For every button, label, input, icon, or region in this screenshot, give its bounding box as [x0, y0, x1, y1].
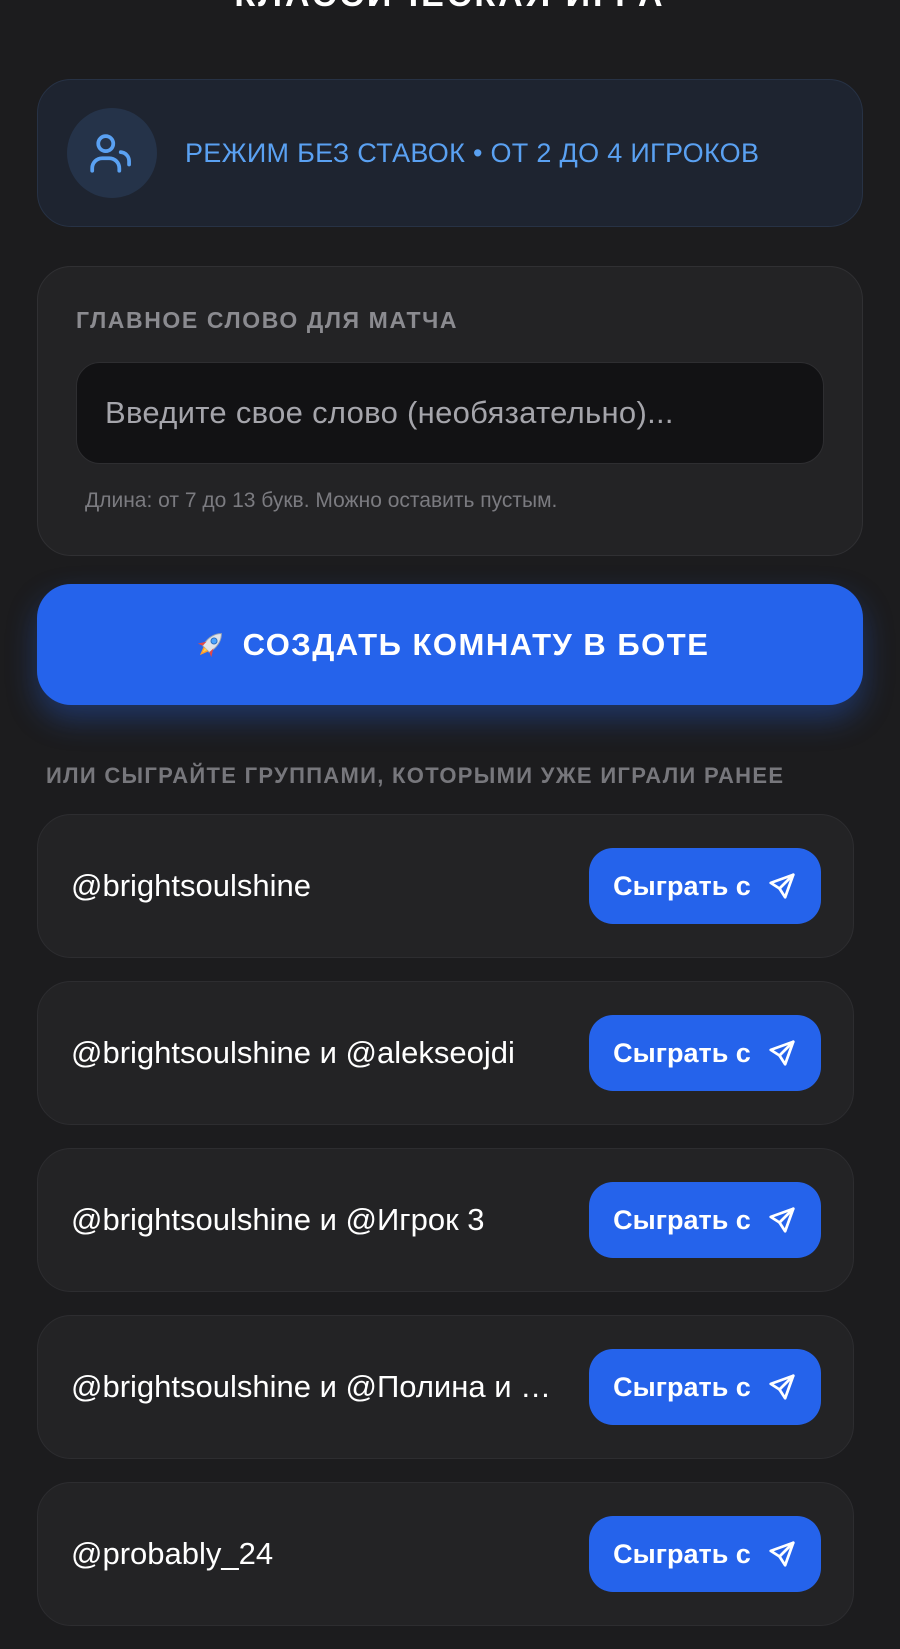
- group-row: @brightsoulshine и @alekseojdi Сыграть с: [37, 981, 854, 1125]
- play-with-group-button[interactable]: Сыграть с: [589, 1015, 821, 1091]
- create-room-label: СОЗДАТЬ КОМНАТУ В БОТЕ: [242, 626, 710, 662]
- play-button-label: Сыграть с: [613, 1204, 751, 1235]
- play-button-label: Сыграть с: [613, 1371, 751, 1402]
- play-with-group-button[interactable]: Сыграть с: [589, 1516, 821, 1592]
- previous-groups-list: @brightsoulshine Сыграть с @brightsoulsh…: [37, 814, 854, 1649]
- mode-info-card: РЕЖИМ БЕЗ СТАВОК • ОТ 2 ДО 4 ИГРОКОВ: [37, 79, 863, 227]
- group-name: @probably_24: [71, 1536, 274, 1571]
- play-with-group-button[interactable]: Сыграть с: [589, 1182, 821, 1258]
- users-icon: [67, 108, 157, 198]
- play-button-label: Сыграть с: [613, 1538, 751, 1569]
- page-title: КЛАССИЧЕСКАЯ ИГРА: [0, 0, 900, 15]
- group-name: @brightsoulshine и @alekseojdi: [71, 1035, 515, 1070]
- play-with-group-button[interactable]: Сыграть с: [589, 848, 821, 924]
- group-row: @brightsoulshine и @Полина и … Сыграть с: [37, 1315, 854, 1459]
- play-button-label: Сыграть с: [613, 870, 751, 901]
- send-icon: [767, 1205, 797, 1235]
- main-word-card: ГЛАВНОЕ СЛОВО ДЛЯ МАТЧА Длина: от 7 до 1…: [37, 266, 863, 556]
- create-room-button[interactable]: СОЗДАТЬ КОМНАТУ В БОТЕ: [37, 584, 863, 705]
- main-word-hint: Длина: от 7 до 13 букв. Можно оставить п…: [85, 489, 558, 512]
- send-icon: [767, 1038, 797, 1068]
- main-word-input[interactable]: [76, 362, 824, 464]
- play-with-group-button[interactable]: Сыграть с: [589, 1349, 821, 1425]
- group-row: @brightsoulshine и @Игрок 3 Сыграть с: [37, 1148, 854, 1292]
- previous-groups-label: ИЛИ СЫГРАЙТЕ ГРУППАМИ, КОТОРЫМИ УЖЕ ИГРА…: [46, 763, 785, 788]
- rocket-icon: [191, 626, 229, 664]
- send-icon: [767, 1539, 797, 1569]
- group-name: @brightsoulshine и @Игрок 3: [71, 1202, 485, 1237]
- mode-description: РЕЖИМ БЕЗ СТАВОК • ОТ 2 ДО 4 ИГРОКОВ: [185, 137, 760, 168]
- group-row: @probably_24 Сыграть с: [37, 1482, 854, 1626]
- send-icon: [767, 871, 797, 901]
- group-row: @brightsoulshine Сыграть с: [37, 814, 854, 958]
- group-name: @brightsoulshine: [71, 868, 311, 903]
- group-name: @brightsoulshine и @Полина и …: [71, 1369, 552, 1404]
- main-word-label: ГЛАВНОЕ СЛОВО ДЛЯ МАТЧА: [76, 307, 459, 333]
- send-icon: [767, 1372, 797, 1402]
- play-button-label: Сыграть с: [613, 1037, 751, 1068]
